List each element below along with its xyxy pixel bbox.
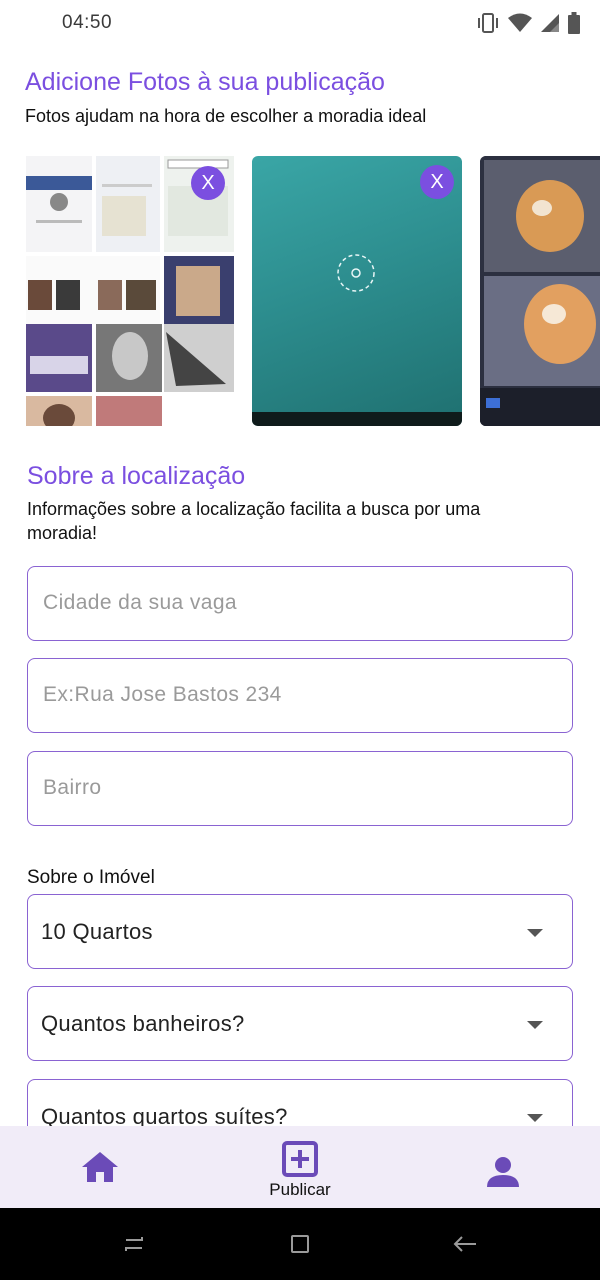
- recent-apps-icon[interactable]: [122, 1234, 146, 1254]
- photo-thumbnail[interactable]: X: [252, 156, 462, 426]
- property-section-label: Sobre o Imóvel: [27, 867, 155, 888]
- status-bar: 04:50: [0, 0, 600, 48]
- location-section-title: Sobre a localização: [27, 462, 246, 490]
- add-box-icon: [282, 1141, 318, 1177]
- bathrooms-select[interactable]: Quantos banheiros?: [27, 986, 573, 1061]
- home-square-icon[interactable]: [290, 1234, 310, 1254]
- back-arrow-icon[interactable]: [452, 1234, 478, 1254]
- location-section-subtitle-line1: Informações sobre a localização facilita…: [27, 499, 481, 519]
- person-icon: [487, 1157, 519, 1187]
- city-field[interactable]: Cidade da sua vaga: [27, 566, 573, 641]
- nav-home[interactable]: [80, 1126, 122, 1208]
- vibrate-icon: [478, 13, 498, 33]
- photos-section-subtitle: Fotos ajudam na hora de escolher a morad…: [25, 106, 427, 126]
- chevron-down-icon: [527, 1021, 543, 1029]
- photos-section-title: Adicione Fotos à sua publicação: [25, 68, 385, 96]
- chevron-down-icon: [527, 1114, 543, 1122]
- remove-photo-button[interactable]: X: [420, 165, 454, 199]
- neighborhood-placeholder: Bairro: [43, 776, 102, 799]
- rooms-select[interactable]: 10 Quartos: [27, 894, 573, 969]
- bottom-nav: Publicar: [0, 1126, 600, 1208]
- photo-floor: [252, 412, 462, 426]
- city-placeholder: Cidade da sua vaga: [43, 591, 238, 614]
- remove-photo-button[interactable]: X: [191, 166, 225, 200]
- system-nav-bar: [0, 1208, 600, 1280]
- nav-publish[interactable]: Publicar: [269, 1126, 342, 1208]
- photo-thumbnail[interactable]: [480, 156, 600, 426]
- rooms-select-value: 10 Quartos: [41, 919, 153, 944]
- signal-icon: [541, 14, 559, 32]
- focus-target-icon: [337, 254, 375, 292]
- neighborhood-field[interactable]: Bairro: [27, 751, 573, 826]
- street-field[interactable]: Ex:Rua Jose Bastos 234: [27, 658, 573, 733]
- status-icons: [476, 12, 580, 34]
- home-icon: [82, 1152, 118, 1182]
- battery-icon: [568, 12, 580, 34]
- nav-profile[interactable]: [486, 1126, 520, 1208]
- street-placeholder: Ex:Rua Jose Bastos 234: [43, 683, 282, 706]
- location-section-subtitle-line2: moradia!: [27, 523, 98, 543]
- status-time: 04:50: [62, 12, 113, 33]
- bathrooms-select-value: Quantos banheiros?: [41, 1011, 245, 1036]
- chevron-down-icon: [527, 929, 543, 937]
- nav-publish-label: Publicar: [269, 1180, 331, 1199]
- wifi-icon: [508, 13, 532, 32]
- photo-strip[interactable]: X X: [0, 156, 600, 426]
- photo-thumbnail[interactable]: X: [26, 156, 234, 426]
- kittens-image: [480, 156, 600, 426]
